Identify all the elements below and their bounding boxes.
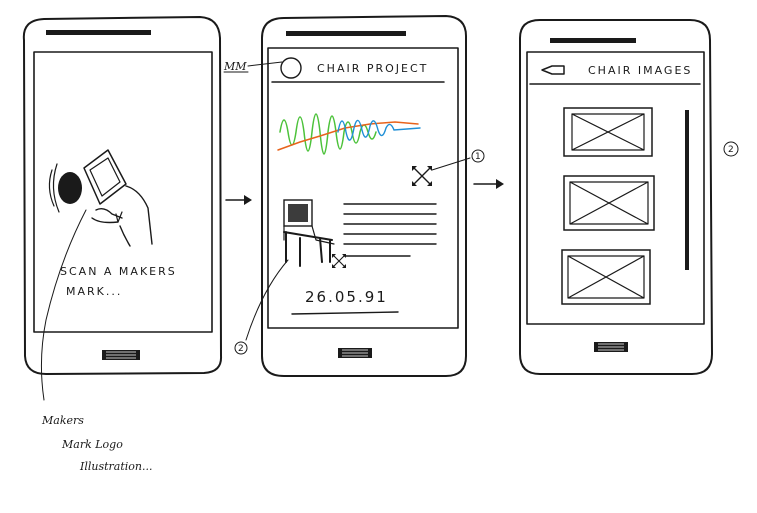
waveform-orange — [277, 121, 419, 151]
phone-3: CHAIR IMAGES 2 — [519, 19, 739, 375]
flow-arrow-2 — [473, 179, 504, 189]
makers-mark-icon — [58, 172, 82, 204]
phone-1-body — [22, 16, 223, 375]
expand-icon[interactable] — [412, 166, 432, 186]
screen-3-title: CHAIR IMAGES — [588, 64, 692, 77]
note-pointer-line — [40, 209, 87, 401]
scan-caption-line-2: MARK... — [66, 285, 122, 298]
callout-number-3: 2 — [728, 145, 734, 155]
note-line-1: Makers — [41, 414, 84, 427]
phone-1-speaker — [46, 30, 151, 35]
date-underline — [291, 311, 399, 315]
callout-number-1: 1 — [475, 152, 481, 162]
chair-image-thumbnail[interactable] — [283, 199, 335, 267]
phone-3-speaker — [550, 38, 636, 43]
back-arrow-icon[interactable] — [541, 65, 565, 75]
project-date: 26.05.91 — [305, 288, 388, 306]
screen-2-title: CHAIR PROJECT — [317, 62, 428, 75]
waveform-graph[interactable] — [277, 113, 421, 155]
phone-2: CHAIR PROJECT MM 1 26.05.91 2 — [223, 15, 485, 377]
flow-arrow-1 — [225, 195, 252, 205]
scrollbar[interactable] — [685, 110, 689, 270]
phone-1-home-button[interactable] — [102, 350, 140, 360]
image-placeholder-2[interactable] — [563, 175, 655, 231]
callout-number-2: 2 — [238, 344, 244, 354]
note-line-2: Mark Logo — [61, 438, 123, 451]
description-text-lines — [343, 203, 437, 257]
phone-2-home-button[interactable] — [338, 348, 372, 358]
wireframe-sketch: SCAN A MAKERS MARK... CHAIR PROJECT MM 1… — [22, 15, 739, 473]
phone-2-speaker — [286, 31, 406, 36]
mm-annotation: MM — [223, 60, 247, 73]
note-line-3: Illustration... — [79, 460, 152, 473]
callout-line-1 — [431, 157, 471, 171]
phone-1: SCAN A MAKERS MARK... — [22, 16, 223, 375]
image-placeholder-3[interactable] — [561, 249, 651, 305]
phone-3-home-button[interactable] — [594, 342, 628, 352]
phone-2-screen — [267, 47, 459, 329]
phone-3-screen — [526, 51, 705, 325]
image-placeholder-1[interactable] — [563, 107, 653, 157]
scan-illustration — [48, 149, 153, 247]
phone-in-hand-icon — [83, 149, 127, 205]
scan-caption-line-1: SCAN A MAKERS — [60, 265, 177, 278]
maker-logo-icon[interactable] — [280, 57, 302, 79]
